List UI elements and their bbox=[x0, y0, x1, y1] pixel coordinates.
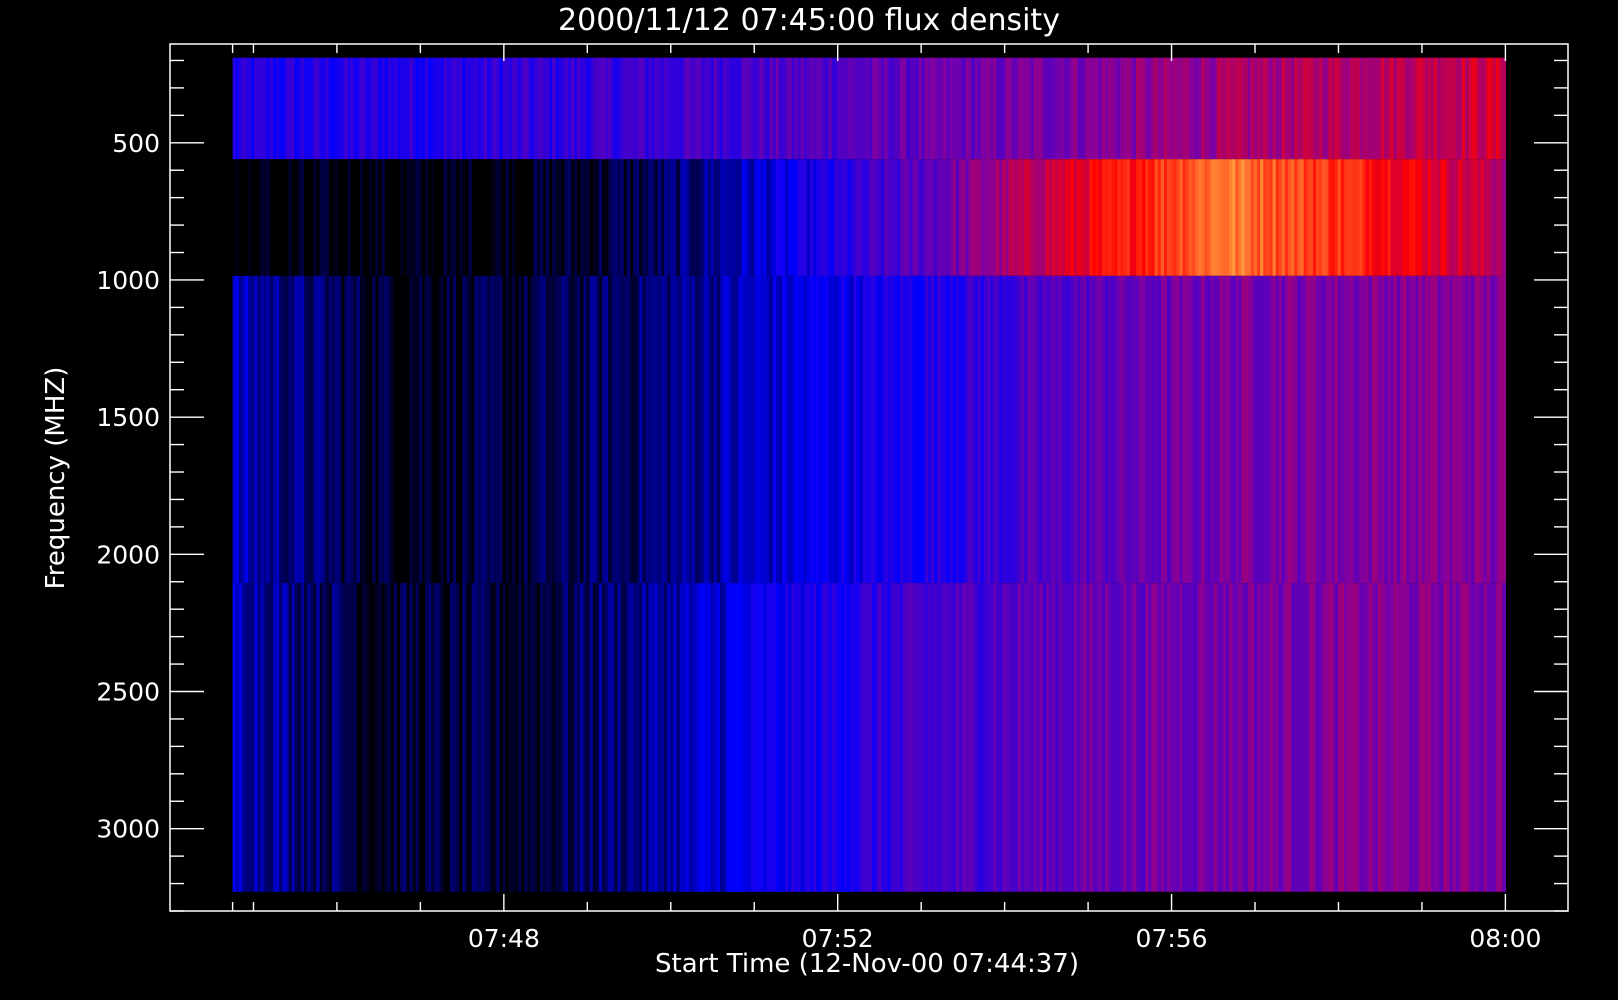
x-tick-label: 07:56 bbox=[1136, 924, 1208, 953]
heatmap-cell bbox=[1502, 57, 1506, 160]
spectrogram-chart: 2000/11/12 07:45:00 flux density 07:48 07… bbox=[0, 0, 1618, 1000]
y-tick-label: 2500 bbox=[96, 678, 160, 707]
spectrogram-heatmap bbox=[232, 57, 1506, 892]
x-tick-label: 08:00 bbox=[1469, 924, 1541, 953]
y-tick-label: 500 bbox=[112, 129, 160, 158]
y-tick-label: 1500 bbox=[96, 403, 160, 432]
y-axis-label: Frequency (MHZ) bbox=[41, 367, 71, 590]
heatmap-cell bbox=[1502, 583, 1506, 892]
heatmap-cell bbox=[1502, 275, 1506, 584]
x-axis-label: Start Time (12-Nov-00 07:44:37) bbox=[655, 949, 1079, 979]
y-tick-label: 3000 bbox=[96, 815, 160, 844]
y-tick-label: 2000 bbox=[96, 540, 160, 569]
heatmap-cell bbox=[1502, 159, 1506, 276]
x-tick-label: 07:48 bbox=[468, 924, 540, 953]
chart-title: 2000/11/12 07:45:00 flux density bbox=[558, 3, 1060, 38]
y-tick-label: 1000 bbox=[96, 266, 160, 295]
